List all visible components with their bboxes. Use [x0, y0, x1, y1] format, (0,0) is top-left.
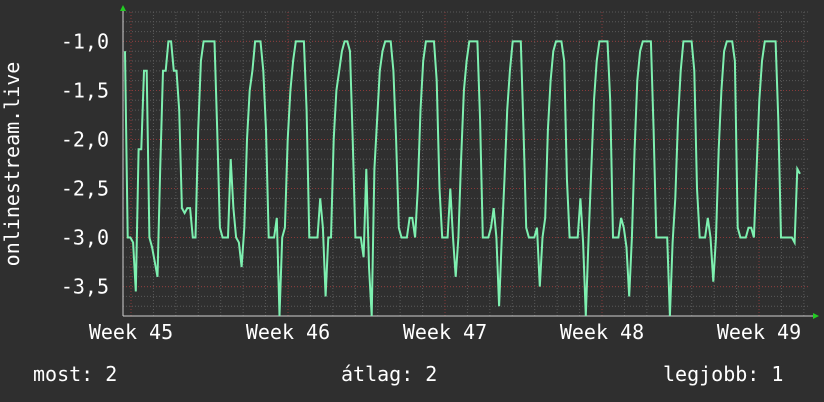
y-tick-label: -1,5 — [61, 78, 109, 102]
x-tick-labels: Week 45 Week 46 Week 47 Week 48 Week 49 — [89, 320, 801, 344]
x-tick-label: Week 47 — [403, 320, 487, 344]
y-tick-labels: -1,0 -1,5 -2,0 -2,5 -3,0 -3,5 — [61, 29, 109, 298]
x-tick-label: Week 49 — [717, 320, 801, 344]
current-value: most: 2 — [33, 362, 118, 386]
y-tick-label: -2,0 — [61, 127, 109, 151]
y-tick-label: -1,0 — [61, 29, 109, 53]
x-axis-arrow — [813, 313, 819, 319]
chart: -1,0-1,5-2,0-2,5-3,0-3,5 Week 45 Week 46 W… — [0, 5, 819, 344]
x-tick-label: Week 46 — [246, 320, 330, 344]
x-tick-label: Week 45 — [89, 320, 173, 344]
best-value: legjobb: 1 — [663, 362, 784, 386]
summary-footer: most: 2 átlag: 2 legjobb: 1 — [0, 362, 824, 392]
x-tick-label: Week 48 — [560, 320, 644, 344]
y-axis-arrow — [120, 5, 126, 11]
y-tick-label: -3,5 — [61, 275, 109, 299]
y-tick-label: -3,0 — [61, 226, 109, 250]
y-tick-label: -2,5 — [61, 177, 109, 201]
average-value: átlag: 2 — [341, 362, 438, 386]
y-axis-label: onlinestream.live — [0, 62, 24, 267]
